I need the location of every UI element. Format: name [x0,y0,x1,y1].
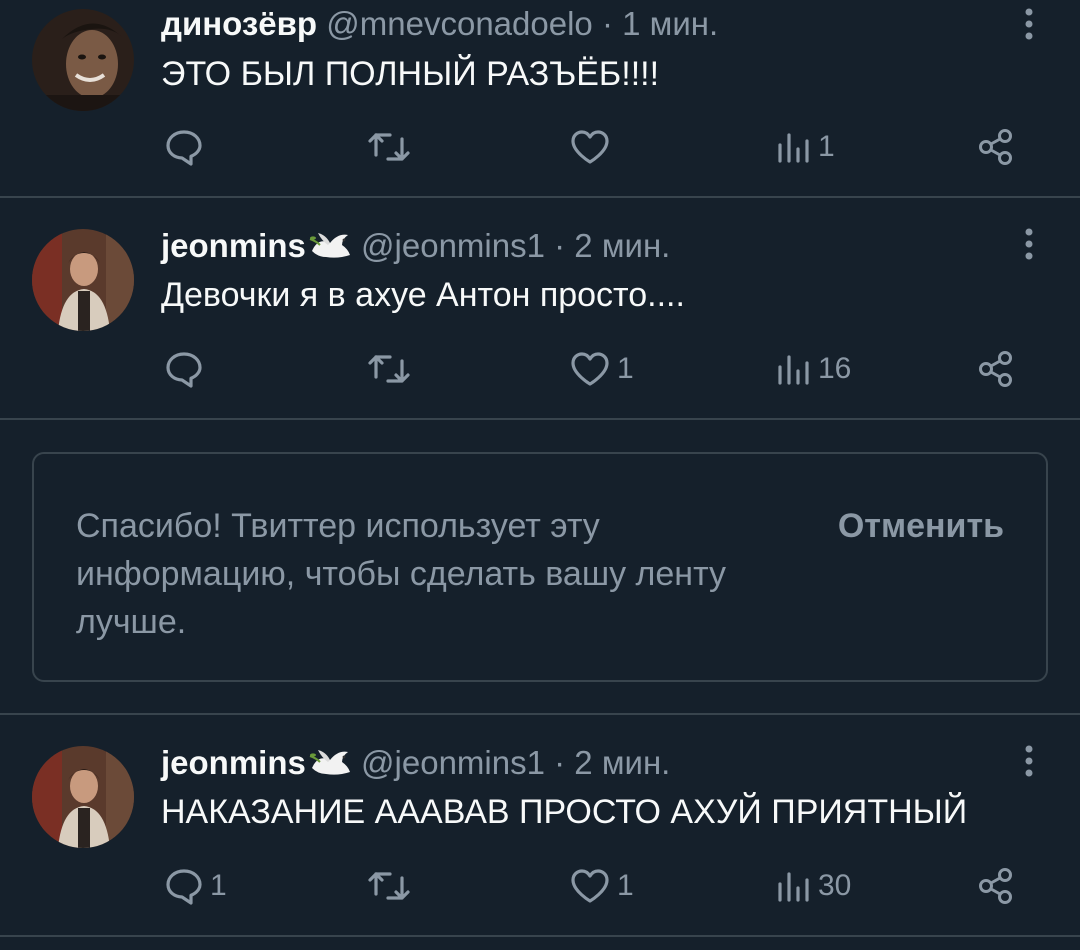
timestamp[interactable]: 2 мин. [574,227,670,264]
like-button[interactable]: 1 [569,344,634,394]
reply-icon [164,127,204,167]
views-button[interactable]: 30 [776,861,851,911]
like-icon [569,127,611,167]
dove-emoji-icon [308,229,352,263]
author-name[interactable]: jeonmins [161,227,306,264]
notice-text: Спасибо! Твиттер использует эту информац… [76,507,727,641]
avatar[interactable] [32,746,134,848]
retweet-button[interactable] [367,861,417,911]
tweet-text: Девочки я в ахуе Антон просто.... [161,276,685,314]
retweet-button[interactable] [367,122,417,172]
retweet-icon [367,349,411,389]
share-icon [976,866,1016,906]
separator-dot: · [601,5,613,42]
author-name[interactable]: динозёвр [161,5,317,42]
author-handle[interactable]: @jeonmins1 [361,227,545,264]
views-icon [776,127,812,167]
share-icon [976,127,1016,167]
reply-icon [164,349,204,389]
views-icon [776,349,812,389]
tweet-actions: 1 [0,122,1080,172]
author-name[interactable]: jeonmins [161,744,306,781]
tweet[interactable]: jeonmins @jeonmins1 · 2 мин. НАКАЗАНИЕ А… [0,715,1080,937]
dove-emoji-icon [308,746,352,780]
separator-dot: · [554,744,566,781]
retweet-icon [367,127,411,167]
like-button[interactable]: 1 [569,861,634,911]
share-button[interactable] [976,344,1016,394]
share-icon [976,349,1016,389]
like-icon [569,349,611,389]
author-handle[interactable]: @jeonmins1 [361,744,545,781]
tweet-actions: 1 1 30 [0,861,1080,911]
reply-icon [164,866,204,906]
retweet-button[interactable] [367,344,417,394]
tweet-text: ЭТО БЫЛ ПОЛНЫЙ РАЗЪЁБ!!!! [161,55,660,93]
feedback-notice: Спасибо! Твиттер использует эту информац… [32,452,1048,682]
author-handle[interactable]: @mnevconadoelo [326,5,593,42]
more-icon[interactable] [1022,226,1036,271]
undo-button[interactable]: Отменить [838,502,1004,550]
views-count: 1 [818,130,835,163]
tweet[interactable]: динозёвр @mnevconadoelo · 1 мин. ЭТО БЫЛ… [0,0,1080,198]
tweet-actions: 1 16 [0,344,1080,394]
share-button[interactable] [976,861,1016,911]
views-count: 16 [818,352,852,385]
avatar[interactable] [32,229,134,331]
more-icon[interactable] [1022,743,1036,788]
share-button[interactable] [976,122,1016,172]
tweet-header: jeonmins @jeonmins1 · 2 мин. [161,743,670,783]
reply-count: 1 [210,869,227,902]
tweet-text: НАКАЗАНИЕ АААВАВ ПРОСТО АХУЙ ПРИЯТНЫЙ [161,793,968,831]
retweet-icon [367,866,411,906]
avatar[interactable] [32,9,134,111]
timestamp[interactable]: 1 мин. [622,5,718,42]
views-icon [776,866,812,906]
views-count: 30 [818,869,852,902]
tweet-header: jeonmins @jeonmins1 · 2 мин. [161,226,670,266]
reply-button[interactable] [164,344,210,394]
views-button[interactable]: 16 [776,344,851,394]
more-icon[interactable] [1022,6,1036,51]
reply-button[interactable] [164,122,210,172]
tweet-header: динозёвр @mnevconadoelo · 1 мин. [161,4,718,44]
views-button[interactable]: 1 [776,122,835,172]
like-count: 1 [617,352,634,385]
separator-dot: · [554,227,566,264]
like-icon [569,866,611,906]
tweet[interactable]: jeonmins @jeonmins1 · 2 мин. Девочки я в… [0,198,1080,420]
like-count: 1 [617,869,634,902]
timestamp[interactable]: 2 мин. [574,744,670,781]
reply-button[interactable]: 1 [164,861,227,911]
like-button[interactable] [569,122,617,172]
